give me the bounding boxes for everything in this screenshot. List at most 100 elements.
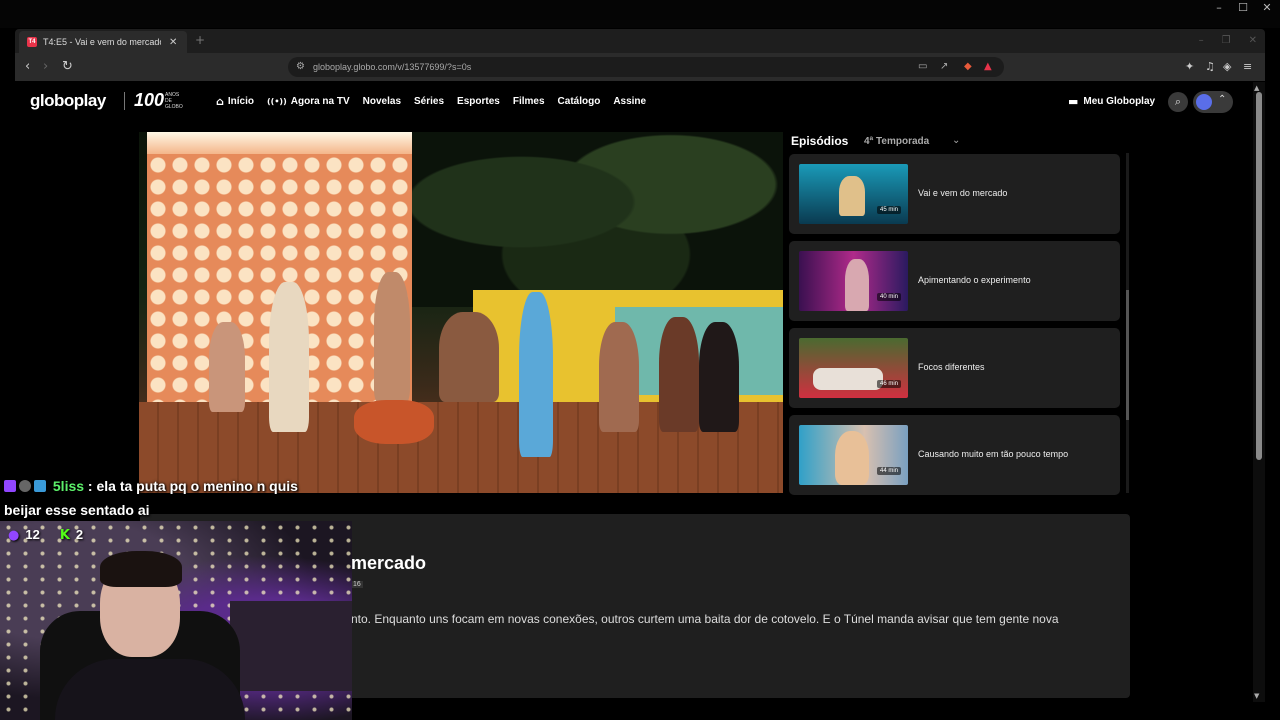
nav-agora-na-tv[interactable]: ((•)) Agora na TV — [267, 95, 350, 108]
video-scene-person — [519, 292, 553, 457]
strip-minimize-icon[interactable]: – — [1199, 35, 1204, 46]
stream-counters: ● 12 K2 — [8, 527, 83, 543]
nav-novelas[interactable]: Novelas — [363, 95, 401, 108]
episode-card[interactable]: 46 min Focos diferentes — [789, 328, 1120, 408]
episode-thumbnail: 44 min — [799, 425, 908, 485]
nav-series[interactable]: Séries — [414, 95, 444, 108]
chat-message-text: : ela ta puta pq o menino n quis — [87, 478, 298, 494]
episode-card[interactable]: 40 min Apimentando o experimento — [789, 241, 1120, 321]
season-select[interactable]: 4ª Temporada — [864, 136, 929, 147]
media-icon[interactable]: ♫ — [1205, 60, 1215, 73]
folder-icon: ▬ — [1068, 95, 1079, 108]
back-icon[interactable]: ‹ — [25, 59, 30, 74]
nav-catalogo[interactable]: Catálogo — [558, 95, 601, 108]
page-scrollbar-thumb[interactable] — [1256, 92, 1262, 460]
forward-icon[interactable]: › — [43, 59, 48, 74]
kick-count-value: 2 — [75, 527, 84, 542]
episode-duration: 45 min — [876, 206, 901, 214]
cast-icon[interactable]: ▭ — [918, 61, 927, 72]
globoplay-logo[interactable]: globoplay — [30, 91, 106, 111]
episodes-scrollbar-thumb[interactable] — [1126, 290, 1129, 420]
chat-username: 5liss — [52, 478, 85, 494]
window-minimize-button[interactable]: – — [1212, 1, 1226, 14]
episode-thumbnail: 46 min — [799, 338, 908, 398]
menu-icon[interactable]: ≡ — [1243, 60, 1252, 73]
kick-logo-icon: K — [59, 528, 70, 543]
globoplay-favicon-icon: T4 — [27, 37, 37, 47]
episode-thumbnail: 45 min — [799, 164, 908, 224]
search-icon[interactable]: ⌕ — [1168, 92, 1188, 112]
meu-globoplay-label: Meu Globoplay — [1083, 96, 1156, 107]
video-scene-ottoman — [354, 400, 434, 444]
episode-card[interactable]: 45 min Vai e vem do mercado — [789, 154, 1120, 234]
nav-inicio-label: Início — [227, 96, 254, 107]
meu-globoplay-link[interactable]: ▬ Meu Globoplay — [1068, 95, 1155, 108]
brave-shield-icon[interactable]: ◆ — [964, 61, 972, 72]
viewer-count-value: 12 — [25, 527, 40, 542]
chevron-down-icon[interactable]: ⌄ — [952, 135, 960, 146]
video-scene-person — [439, 312, 499, 402]
chat-message-text-continued: beijar esse sentado ai — [4, 502, 150, 518]
video-scene-person — [599, 322, 639, 432]
stream-chat-message: 5liss : ela ta puta pq o menino n quis b… — [4, 474, 344, 522]
main-nav: ⌂ Início ((•)) Agora na TV Novelas Série… — [216, 95, 646, 108]
video-scene-person — [659, 317, 699, 432]
home-icon: ⌂ — [216, 95, 224, 108]
site-header: globoplay 100 ANOS DE GLOBO ⌂ Início ((•… — [0, 82, 1253, 120]
browser-tab-active[interactable]: T4 T4:E5 - Vai e vem do mercado - ✕ — [19, 31, 187, 53]
episode-details-description: nto. Enquanto uns focam em novas conexõe… — [351, 612, 1059, 626]
video-scene-person — [209, 322, 245, 412]
video-scene-trees — [409, 132, 783, 307]
tab-title: T4:E5 - Vai e vem do mercado - — [43, 37, 161, 47]
nav-assine[interactable]: Assine — [613, 95, 646, 108]
nav-agora-label: Agora na TV — [290, 96, 350, 107]
url-text: globoplay.globo.com/v/13577699/?s=0s — [313, 62, 472, 72]
episode-duration: 40 min — [876, 293, 901, 301]
episode-duration: 44 min — [876, 467, 901, 475]
episode-title: Vai e vem do mercado — [918, 188, 1008, 198]
episode-title: Apimentando o experimento — [918, 275, 1031, 285]
extensions-icon[interactable]: ✦ — [1185, 60, 1194, 73]
episode-card[interactable]: 44 min Causando muito em tão pouco tempo — [789, 415, 1120, 495]
webcam-person-hair — [100, 551, 182, 587]
video-player[interactable] — [139, 132, 783, 493]
twitch-badge-icon — [4, 480, 16, 492]
strip-close-icon[interactable]: ✕ — [1249, 35, 1257, 46]
webcam-person-body — [55, 659, 245, 720]
viewer-count: ● 12 — [8, 527, 40, 543]
window-maximize-button[interactable]: ☐ — [1236, 1, 1250, 14]
broadcast-icon: ((•)) — [267, 97, 287, 106]
nav-filmes[interactable]: Filmes — [513, 95, 545, 108]
age-rating-badge: 16 — [351, 581, 363, 588]
nav-esportes[interactable]: Esportes — [457, 95, 500, 108]
episode-title: Causando muito em tão pouco tempo — [918, 449, 1069, 459]
nav-inicio[interactable]: ⌂ Início — [216, 95, 254, 108]
logo-divider — [124, 92, 125, 110]
globo-100-anos-text: ANOS DE GLOBO — [165, 92, 183, 110]
subscriber-badge-icon — [19, 480, 31, 492]
address-bar[interactable]: ⚙ globoplay.globo.com/v/13577699/?s=0s ▭… — [288, 57, 1004, 77]
window-controls: – ☐ ✕ — [1212, 0, 1274, 14]
new-tab-icon[interactable]: + — [195, 33, 205, 47]
profile-menu-button[interactable]: ⌃ — [1193, 91, 1233, 113]
scroll-down-icon[interactable]: ▼ — [1254, 692, 1259, 700]
site-settings-icon[interactable]: ⚙ — [296, 61, 305, 72]
episodes-heading: Episódios — [791, 134, 849, 148]
episode-duration: 46 min — [876, 380, 901, 388]
strip-restore-icon[interactable]: ❐ — [1222, 35, 1231, 46]
scroll-up-icon[interactable]: ▲ — [1254, 84, 1259, 92]
episode-thumbnail: 40 min — [799, 251, 908, 311]
reload-icon[interactable]: ↻ — [62, 59, 73, 74]
share-icon[interactable]: ↗ — [940, 61, 948, 72]
brave-rewards-icon[interactable]: ▲ — [984, 61, 992, 72]
window-close-button[interactable]: ✕ — [1260, 1, 1274, 14]
avatar — [1196, 94, 1212, 110]
episode-details-title: mercado — [351, 553, 427, 573]
vpn-icon[interactable]: ◈ — [1223, 60, 1231, 73]
tab-close-icon[interactable]: ✕ — [169, 37, 177, 48]
video-scene-person — [269, 282, 309, 432]
window-titlebar: – ☐ ✕ — [0, 0, 1280, 28]
video-scene-person — [374, 272, 410, 402]
twitch-viewers-icon: ● — [8, 528, 20, 543]
webcam-desk — [230, 601, 352, 691]
